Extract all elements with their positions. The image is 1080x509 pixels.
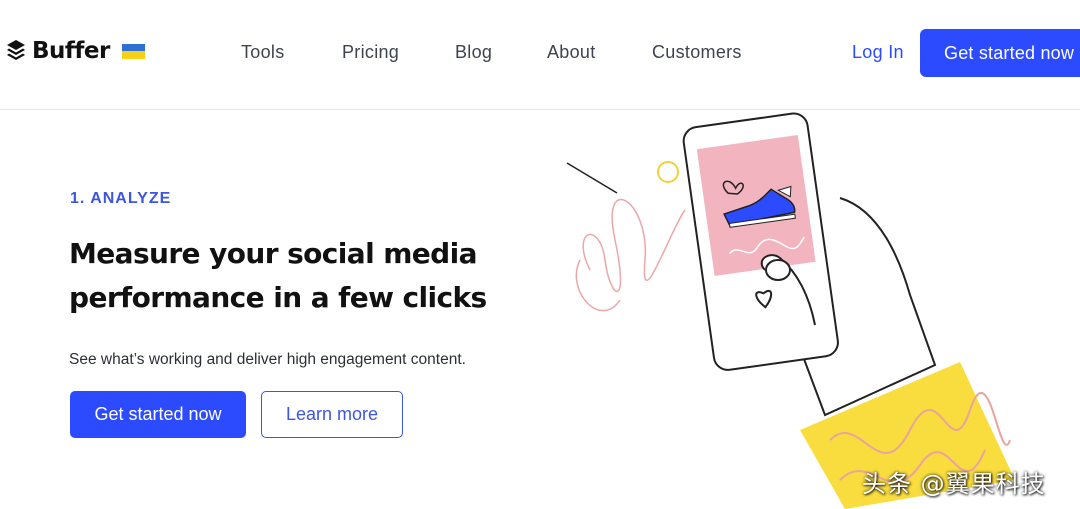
hero-headline: Measure your social media performance in…	[69, 237, 487, 314]
login-link[interactable]: Log In	[852, 42, 904, 63]
nav-customers[interactable]: Customers	[652, 42, 742, 63]
phone-in-hand-illustration	[566, 112, 1015, 509]
watermark-text: 头条 @翼果科技	[862, 470, 1046, 498]
nav-about[interactable]: About	[547, 42, 596, 63]
header-get-started-button[interactable]: Get started now	[920, 29, 1080, 77]
phone-device	[682, 112, 839, 371]
learn-more-button[interactable]: Learn more	[261, 391, 403, 438]
get-started-button[interactable]: Get started now	[70, 391, 246, 438]
nav-blog[interactable]: Blog	[455, 42, 492, 63]
section-eyebrow: 1. ANALYZE	[70, 190, 172, 207]
buffer-logo-link[interactable]: Buffer	[6, 38, 145, 64]
buffer-stack-icon	[7, 40, 25, 60]
logo-text: Buffer	[32, 38, 110, 64]
nav-pricing[interactable]: Pricing	[342, 42, 399, 63]
pink-squiggle	[582, 198, 686, 292]
hero-subtext: See what’s working and deliver high enga…	[69, 351, 466, 368]
ukraine-flag-icon	[121, 43, 145, 59]
decorative-circle	[657, 161, 679, 183]
site-header: Buffer Tools Pricing Blog About Customer…	[0, 0, 1080, 110]
nav-tools[interactable]: Tools	[241, 42, 285, 63]
decorative-line	[566, 162, 618, 194]
